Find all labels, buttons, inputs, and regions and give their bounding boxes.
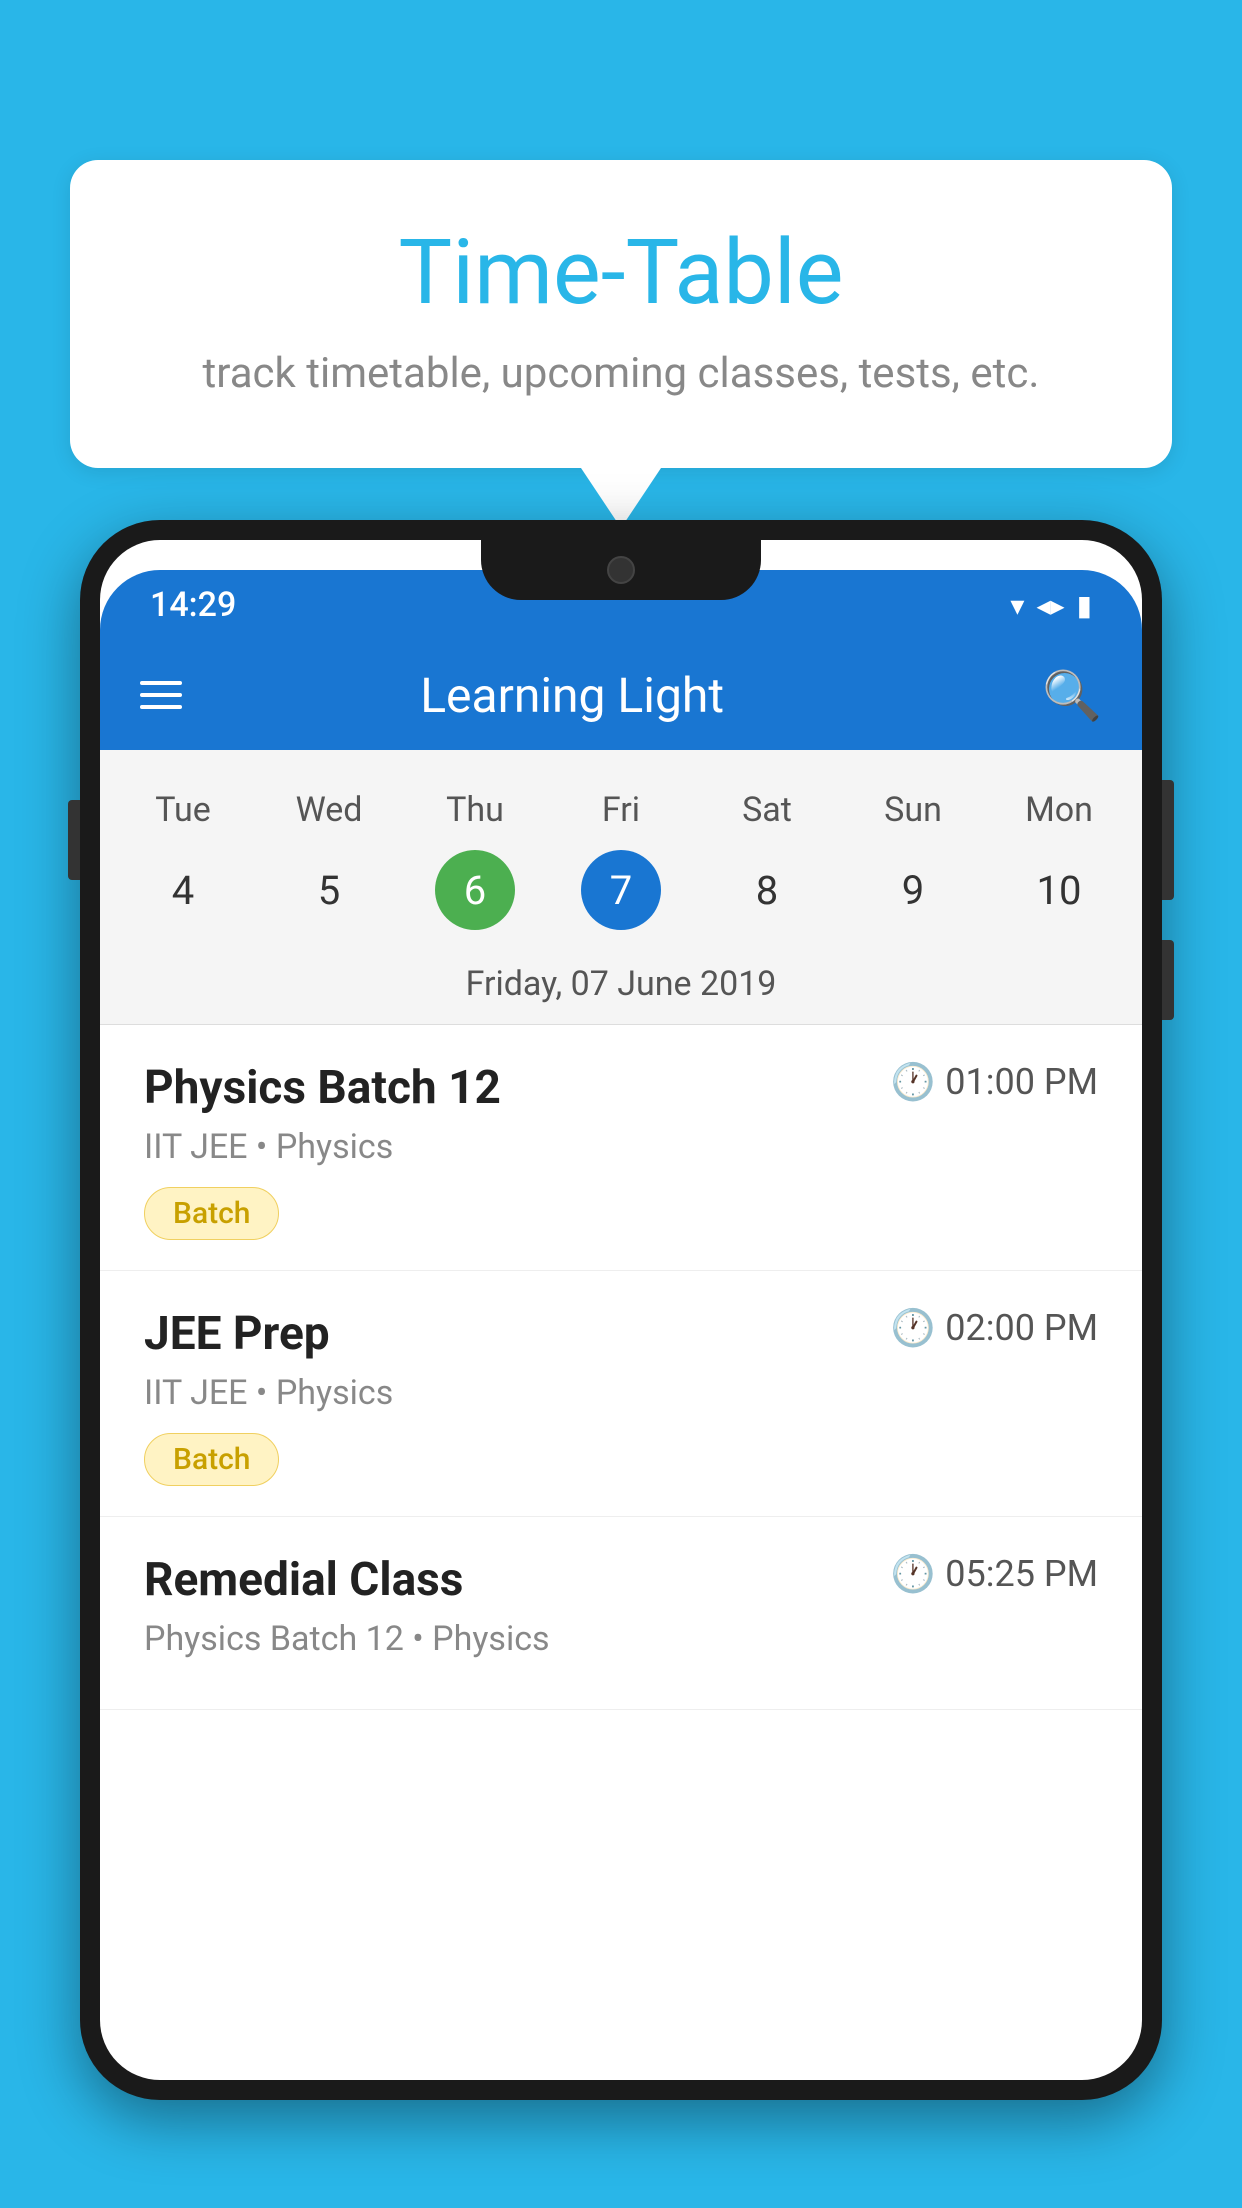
speech-bubble: Time-Table track timetable, upcoming cla… [70,160,1172,468]
schedule-subtitle-2: IIT JEE • Physics [144,1373,1098,1413]
date-circle-10: 10 [1019,850,1099,930]
schedule-time-value-1: 01:00 PM [945,1061,1098,1103]
phone-camera [607,556,635,584]
schedule-subtitle-3: Physics Batch 12 • Physics [144,1619,1098,1659]
date-5[interactable]: 5 [256,850,402,930]
schedule-item-3[interactable]: Remedial Class 🕐 05:25 PM Physics Batch … [100,1517,1142,1710]
date-circle-5: 5 [289,850,369,930]
clock-icon-3: 🕐 [890,1553,935,1595]
clock-icon-2: 🕐 [890,1307,935,1349]
phone-notch [481,540,761,600]
schedule-list: Physics Batch 12 🕐 01:00 PM IIT JEE • Ph… [100,1025,1142,1710]
dates-row: 4 5 6 7 8 9 [100,840,1142,950]
date-7[interactable]: 7 [548,850,694,930]
day-label-fri: Fri [548,790,694,830]
calendar-section: Tue Wed Thu Fri Sat Sun Mon 4 5 [100,750,1142,1025]
date-circle-7-selected: 7 [581,850,661,930]
day-label-mon: Mon [986,790,1132,830]
day-label-wed: Wed [256,790,402,830]
date-6[interactable]: 6 [402,850,548,930]
speech-bubble-title: Time-Table [150,220,1092,325]
search-icon[interactable]: 🔍 [1042,667,1102,724]
date-4[interactable]: 4 [110,850,256,930]
phone-power-button [1162,780,1174,900]
date-circle-9: 9 [873,850,953,930]
date-circle-6-today: 6 [435,850,515,930]
day-label-tue: Tue [110,790,256,830]
phone-volume-down-button [1162,940,1174,1020]
phone-container: 14:29 ▾ ◂▸ ▮ Learning Light 🔍 [80,520,1162,2208]
schedule-title-2: JEE Prep [144,1307,330,1361]
speech-bubble-container: Time-Table track timetable, upcoming cla… [70,160,1172,528]
schedule-subtitle-1: IIT JEE • Physics [144,1127,1098,1167]
schedule-time-value-3: 05:25 PM [945,1553,1098,1595]
date-8[interactable]: 8 [694,850,840,930]
schedule-time-value-2: 02:00 PM [945,1307,1098,1349]
days-header: Tue Wed Thu Fri Sat Sun Mon [100,770,1142,840]
date-10[interactable]: 10 [986,850,1132,930]
schedule-item-1[interactable]: Physics Batch 12 🕐 01:00 PM IIT JEE • Ph… [100,1025,1142,1271]
phone-frame: 14:29 ▾ ◂▸ ▮ Learning Light 🔍 [80,520,1162,2100]
phone-screen: 14:29 ▾ ◂▸ ▮ Learning Light 🔍 [100,540,1142,2080]
app-bar: Learning Light 🔍 [100,640,1142,750]
date-9[interactable]: 9 [840,850,986,930]
schedule-title-1: Physics Batch 12 [144,1061,501,1115]
day-label-sun: Sun [840,790,986,830]
schedule-time-2: 🕐 02:00 PM [890,1307,1098,1349]
date-circle-8: 8 [727,850,807,930]
phone-volume-button [68,800,80,880]
schedule-time-3: 🕐 05:25 PM [890,1553,1098,1595]
clock-icon-1: 🕐 [890,1061,935,1103]
battery-icon: ▮ [1077,589,1092,622]
selected-date-label: Friday, 07 June 2019 [100,950,1142,1025]
batch-badge-2: Batch [144,1433,279,1486]
batch-badge-1: Batch [144,1187,279,1240]
speech-bubble-subtitle: track timetable, upcoming classes, tests… [150,349,1092,398]
status-time: 14:29 [150,585,236,625]
schedule-item-2[interactable]: JEE Prep 🕐 02:00 PM IIT JEE • Physics Ba… [100,1271,1142,1517]
date-circle-4: 4 [143,850,223,930]
signal-icon: ◂▸ [1036,589,1064,622]
schedule-title-3: Remedial Class [144,1553,463,1607]
schedule-item-1-header: Physics Batch 12 🕐 01:00 PM [144,1061,1098,1115]
schedule-item-3-header: Remedial Class 🕐 05:25 PM [144,1553,1098,1607]
day-label-thu: Thu [402,790,548,830]
wifi-icon: ▾ [1010,589,1024,622]
speech-bubble-arrow [581,468,661,528]
schedule-time-1: 🕐 01:00 PM [890,1061,1098,1103]
schedule-item-2-header: JEE Prep 🕐 02:00 PM [144,1307,1098,1361]
app-title: Learning Light [132,667,1012,724]
status-icons: ▾ ◂▸ ▮ [1010,589,1092,622]
day-label-sat: Sat [694,790,840,830]
